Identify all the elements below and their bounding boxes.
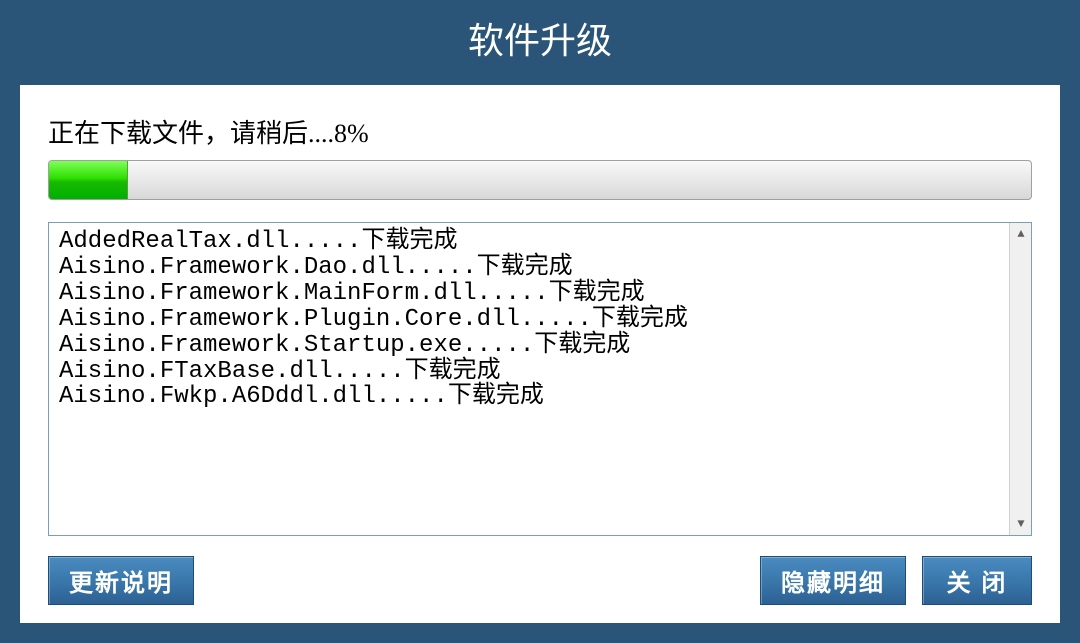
button-row: 更新说明 隐藏明细 关 闭 bbox=[48, 556, 1032, 605]
scrollbar[interactable]: ▲ ▼ bbox=[1009, 223, 1031, 535]
scroll-down-icon[interactable]: ▼ bbox=[1010, 513, 1032, 535]
status-percent: 8% bbox=[334, 119, 369, 148]
close-button[interactable]: 关 闭 bbox=[922, 556, 1032, 605]
titlebar: 软件升级 bbox=[0, 0, 1080, 75]
window-title: 软件升级 bbox=[468, 12, 612, 64]
update-info-button[interactable]: 更新说明 bbox=[48, 556, 194, 605]
log-area[interactable]: AddedRealTax.dll.....下载完成 Aisino.Framewo… bbox=[48, 222, 1032, 536]
scroll-up-icon[interactable]: ▲ bbox=[1010, 223, 1032, 245]
upgrade-window: 软件升级 正在下载文件，请稍后....8% AddedRealTax.dll..… bbox=[0, 0, 1080, 643]
hide-details-button[interactable]: 隐藏明细 bbox=[760, 556, 906, 605]
status-prefix: 正在下载文件，请稍后.... bbox=[48, 119, 334, 148]
right-buttons: 隐藏明细 关 闭 bbox=[760, 556, 1032, 605]
download-status: 正在下载文件，请稍后....8% bbox=[48, 113, 1032, 150]
content-area: 正在下载文件，请稍后....8% AddedRealTax.dll.....下载… bbox=[20, 85, 1060, 623]
progress-fill bbox=[49, 161, 128, 199]
log-lines: AddedRealTax.dll.....下载完成 Aisino.Framewo… bbox=[59, 229, 1021, 410]
progress-bar bbox=[48, 160, 1032, 200]
